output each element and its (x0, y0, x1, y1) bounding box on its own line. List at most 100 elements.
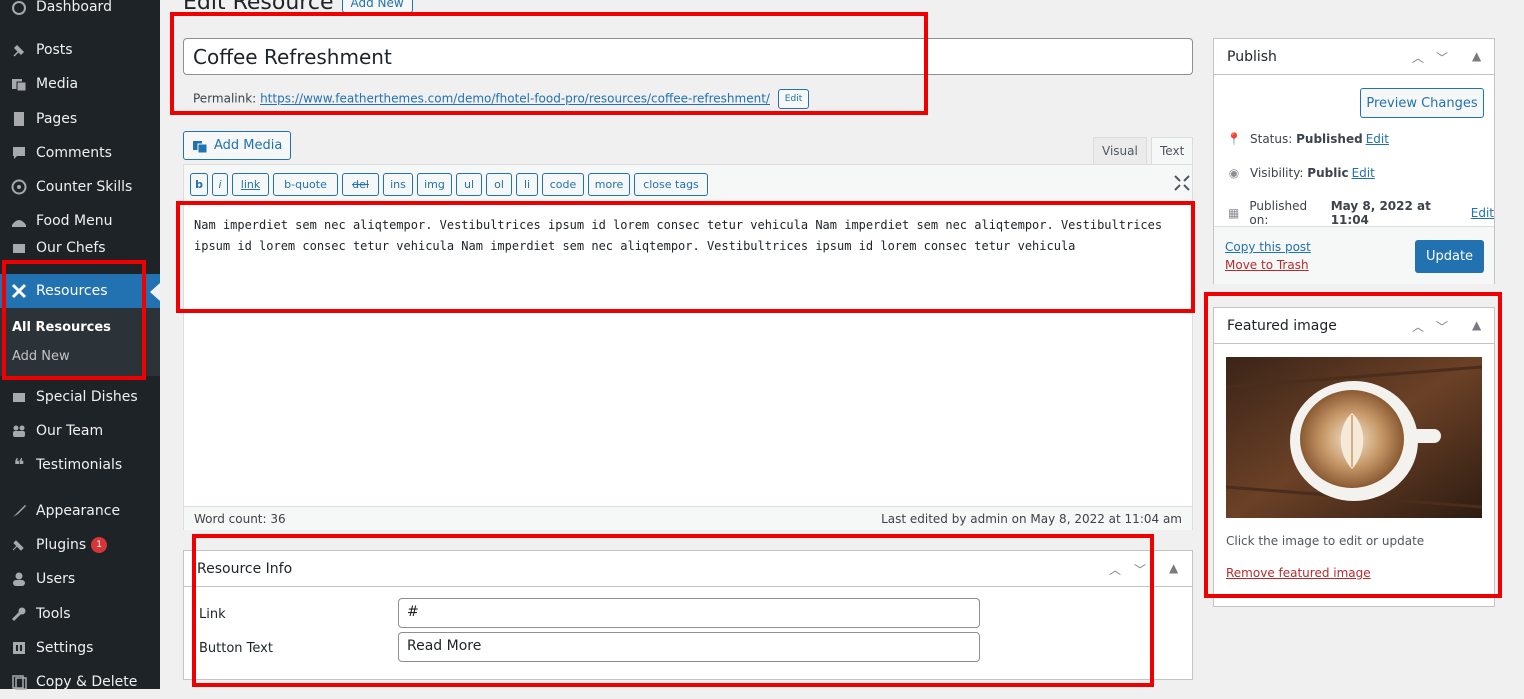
menu-pages[interactable]: Pages (0, 102, 160, 136)
menu-our-chefs[interactable]: Our Chefs (0, 238, 160, 258)
menu-appearance[interactable]: Appearance (0, 494, 160, 528)
permalink: Permalink: https://www.featherthemes.com… (193, 89, 810, 109)
link-label: Link (199, 607, 226, 622)
menu-settings[interactable]: Settings (0, 631, 160, 665)
toggle-panel-icon[interactable]: ▲ (1169, 561, 1178, 575)
comment-icon (10, 144, 28, 162)
resource-info-header[interactable]: Resource Info (184, 551, 1192, 587)
publish-header[interactable]: Publish (1214, 39, 1494, 75)
menu-resources[interactable]: Resources (0, 274, 160, 308)
qt-bquote-button[interactable]: b-quote (273, 173, 338, 196)
move-down-icon[interactable]: ﹀ (1134, 561, 1146, 578)
menu-special-dishes[interactable]: Special Dishes (0, 380, 160, 414)
visibility-label: Visibility: (1250, 166, 1304, 180)
move-up-icon[interactable]: ︿ (1109, 561, 1121, 578)
move-down-icon[interactable]: ﹀ (1436, 49, 1448, 66)
status-label: Status: (1250, 132, 1293, 146)
qt-ins-button[interactable]: ins (383, 173, 413, 196)
editor-area: b i link b-quote del ins img ul ol li co… (183, 164, 1193, 530)
permalink-link[interactable]: https://www.featherthemes.com/demo/fhote… (260, 92, 770, 106)
plugins-update-badge: 1 (91, 537, 108, 553)
menu-counter-skills[interactable]: Counter Skills (0, 170, 160, 204)
visibility-value: Public (1307, 166, 1349, 180)
featured-image-panel: Featured image ︿ ﹀ ▲ Click the image to … (1213, 307, 1495, 607)
preview-changes-button[interactable]: Preview Changes (1360, 88, 1484, 118)
qt-italic-button[interactable]: i (212, 173, 228, 196)
qt-more-button[interactable]: more (588, 173, 630, 196)
qt-code-button[interactable]: code (542, 173, 584, 196)
featured-image-header[interactable]: Featured image (1214, 308, 1494, 344)
copy-icon (10, 673, 28, 691)
submenu-all-resources[interactable]: All Resources (12, 320, 111, 335)
editor-textarea[interactable]: Nam imperdiet sem nec aliqtempor. Vestib… (194, 215, 1184, 257)
settings-icon (10, 639, 28, 657)
qt-close-tags-button[interactable]: close tags (634, 173, 708, 196)
plugin-icon (10, 536, 28, 554)
menu-food-menu[interactable]: Food Menu (0, 204, 160, 238)
add-new-button[interactable]: Add New (341, 0, 413, 13)
menu-copy-delete[interactable]: Copy & Delete (0, 665, 160, 699)
admin-sidebar: Dashboard Posts Media Pages Comments Cou… (0, 0, 160, 690)
move-up-icon[interactable]: ︿ (1412, 49, 1424, 66)
page-header: Edit Resource Add New (183, 0, 413, 15)
move-down-icon[interactable]: ﹀ (1436, 318, 1448, 335)
menu-dashboard[interactable]: Dashboard (0, 0, 160, 24)
move-to-trash-link[interactable]: Move to Trash (1225, 258, 1309, 272)
menu-label: Pages (36, 111, 78, 127)
menu-posts[interactable]: Posts (0, 33, 160, 67)
toggle-panel-icon[interactable]: ▲ (1472, 318, 1481, 332)
qt-bold-button[interactable]: b (190, 173, 208, 196)
pin-icon (10, 41, 28, 59)
post-title-input[interactable]: Coffee Refreshment (183, 38, 1193, 75)
link-input[interactable]: # (398, 598, 980, 628)
visibility-edit-link[interactable]: Edit (1352, 166, 1375, 180)
submenu-add-new[interactable]: Add New (12, 349, 70, 364)
menu-comments[interactable]: Comments (0, 136, 160, 170)
qt-ol-button[interactable]: ol (486, 173, 512, 196)
permalink-edit-button[interactable]: Edit (777, 89, 810, 109)
fullscreen-icon[interactable] (1174, 175, 1190, 195)
featured-image-hint: Click the image to edit or update (1226, 534, 1425, 548)
move-up-icon[interactable]: ︿ (1412, 318, 1424, 335)
published-edit-link[interactable]: Edit (1471, 206, 1494, 220)
status-edit-link[interactable]: Edit (1366, 132, 1389, 146)
menu-media[interactable]: Media (0, 67, 160, 101)
dish-icon (10, 388, 28, 406)
published-on-row: ▦ Published on: May 8, 2022 at 11:04 Edi… (1226, 199, 1494, 227)
pin-icon: 📍 (1226, 132, 1242, 146)
quote-icon: ❝ (13, 454, 25, 476)
eye-icon: ◉ (1228, 166, 1240, 180)
menu-testimonials[interactable]: ❝ Testimonials (0, 448, 160, 482)
update-button[interactable]: Update (1415, 240, 1484, 273)
menu-label: Tools (36, 606, 71, 622)
menu-our-team[interactable]: Our Team (0, 414, 160, 448)
tab-visual[interactable]: Visual (1093, 137, 1147, 165)
toggle-panel-icon[interactable]: ▲ (1472, 49, 1481, 63)
featured-image-thumbnail[interactable] (1225, 357, 1483, 518)
copy-post-link[interactable]: Copy this post (1225, 240, 1311, 254)
team-icon (10, 422, 28, 440)
remove-featured-image-link[interactable]: Remove featured image (1226, 566, 1371, 580)
qt-img-button[interactable]: img (417, 173, 452, 196)
add-media-button[interactable]: Add Media (183, 131, 292, 160)
qt-del-button[interactable]: del (342, 173, 379, 196)
menu-users[interactable]: Users (0, 562, 160, 596)
button-text-input[interactable]: Read More (398, 632, 980, 662)
qt-ul-button[interactable]: ul (456, 173, 482, 196)
add-media-label: Add Media (214, 138, 283, 153)
menu-label: Settings (36, 640, 94, 656)
menu-tools[interactable]: Tools (0, 597, 160, 631)
qt-li-button[interactable]: li (516, 173, 538, 196)
page-title: Edit Resource (183, 0, 334, 15)
resource-info-title: Resource Info (197, 560, 293, 577)
menu-plugins[interactable]: Plugins 1 (0, 528, 160, 562)
menu-label: Appearance (36, 503, 121, 519)
menu-label: Users (36, 571, 76, 587)
menu-label: Copy & Delete (36, 674, 138, 690)
tab-text[interactable]: Text (1151, 137, 1194, 165)
counter-icon (10, 178, 28, 196)
qt-link-button[interactable]: link (232, 173, 269, 196)
word-count: Word count: 36 (194, 512, 286, 526)
media-icon (10, 75, 28, 93)
publish-panel: Publish ︿ ﹀ ▲ Preview Changes 📍 Status: … (1213, 38, 1495, 284)
